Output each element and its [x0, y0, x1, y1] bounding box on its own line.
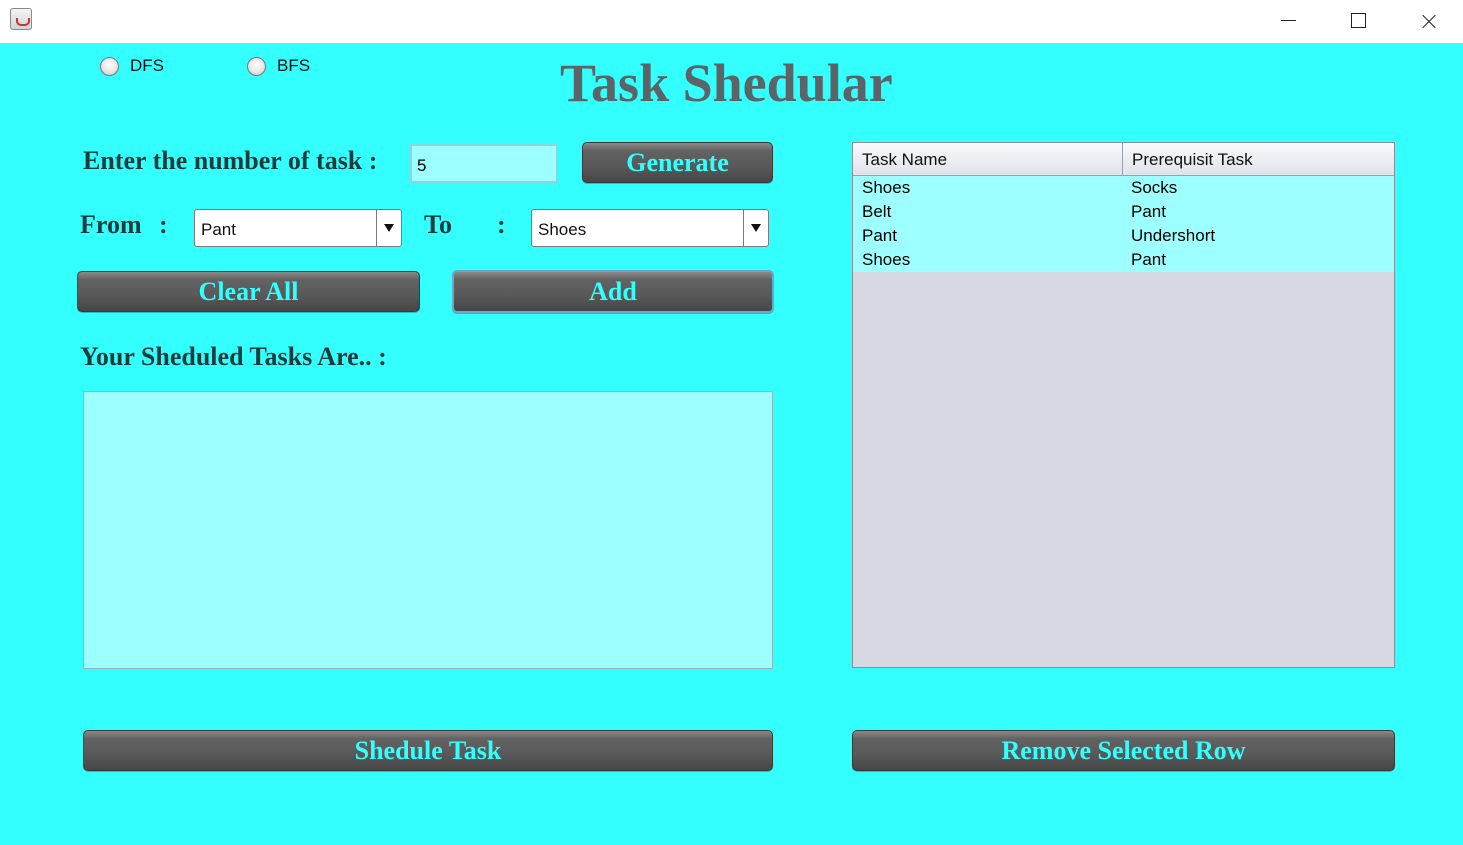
- to-task-select[interactable]: Shoes: [531, 209, 769, 247]
- close-icon[interactable]: [1393, 0, 1463, 43]
- bfs-radio-option[interactable]: BFS: [247, 55, 310, 77]
- table-row[interactable]: Belt Pant: [853, 200, 1394, 224]
- table-header: Task Name Prerequisit Task: [853, 143, 1394, 176]
- add-button[interactable]: Add: [452, 270, 774, 313]
- from-task-select[interactable]: Pant: [194, 209, 402, 247]
- task-table[interactable]: Task Name Prerequisit Task Shoes Socks B…: [852, 142, 1395, 668]
- schedule-task-button[interactable]: Shedule Task: [83, 730, 773, 771]
- java-cup-icon: [10, 8, 32, 30]
- table-cell-prerequisite: Pant: [1131, 202, 1166, 221]
- remove-selected-row-button[interactable]: Remove Selected Row: [852, 730, 1395, 771]
- table-cell-task: Belt: [862, 202, 892, 221]
- table-row[interactable]: Shoes Pant: [853, 248, 1394, 272]
- table-cell-task: Shoes: [862, 178, 911, 197]
- to-label: To: [424, 210, 452, 239]
- table-row[interactable]: Shoes Socks: [853, 176, 1394, 200]
- bfs-radio-button[interactable]: [247, 56, 266, 76]
- scheduled-tasks-output[interactable]: [83, 391, 773, 669]
- app-title: Task Shedular: [560, 53, 893, 113]
- maximize-icon[interactable]: [1323, 0, 1393, 43]
- table-cell-task: Shoes: [862, 250, 911, 269]
- table-row[interactable]: Pant Undershort: [853, 224, 1394, 248]
- table-body: Shoes Socks Belt Pant Pant Undershort Sh…: [853, 176, 1394, 272]
- column-header-prerequisite[interactable]: Prerequisit Task: [1123, 143, 1394, 175]
- table-cell-prerequisite: Socks: [1131, 178, 1178, 197]
- dfs-radio-button[interactable]: [100, 56, 119, 76]
- table-cell-prerequisite: Pant: [1131, 250, 1166, 269]
- to-colon: :: [497, 210, 506, 239]
- task-count-label: Enter the number of task :: [83, 146, 378, 175]
- table-cell-task: Pant: [862, 226, 897, 245]
- minimize-icon[interactable]: [1253, 0, 1323, 43]
- generate-button[interactable]: Generate: [582, 142, 773, 183]
- dfs-radio-label: DFS: [130, 56, 164, 75]
- task-count-input[interactable]: [410, 144, 558, 183]
- scheduled-tasks-heading: Your Sheduled Tasks Are.. :: [80, 342, 387, 371]
- window-titlebar: [0, 0, 1463, 43]
- chevron-down-icon[interactable]: [743, 210, 768, 246]
- to-task-value: Shoes: [538, 220, 587, 239]
- from-label: From: [80, 210, 142, 239]
- clear-all-button[interactable]: Clear All: [77, 271, 420, 312]
- dfs-radio-option[interactable]: DFS: [100, 55, 164, 77]
- bfs-radio-label: BFS: [277, 56, 311, 75]
- table-cell-prerequisite: Undershort: [1131, 226, 1216, 245]
- chevron-down-icon[interactable]: [376, 210, 401, 246]
- from-task-value: Pant: [201, 220, 236, 239]
- column-header-task-name[interactable]: Task Name: [853, 143, 1123, 175]
- from-colon: :: [159, 210, 168, 239]
